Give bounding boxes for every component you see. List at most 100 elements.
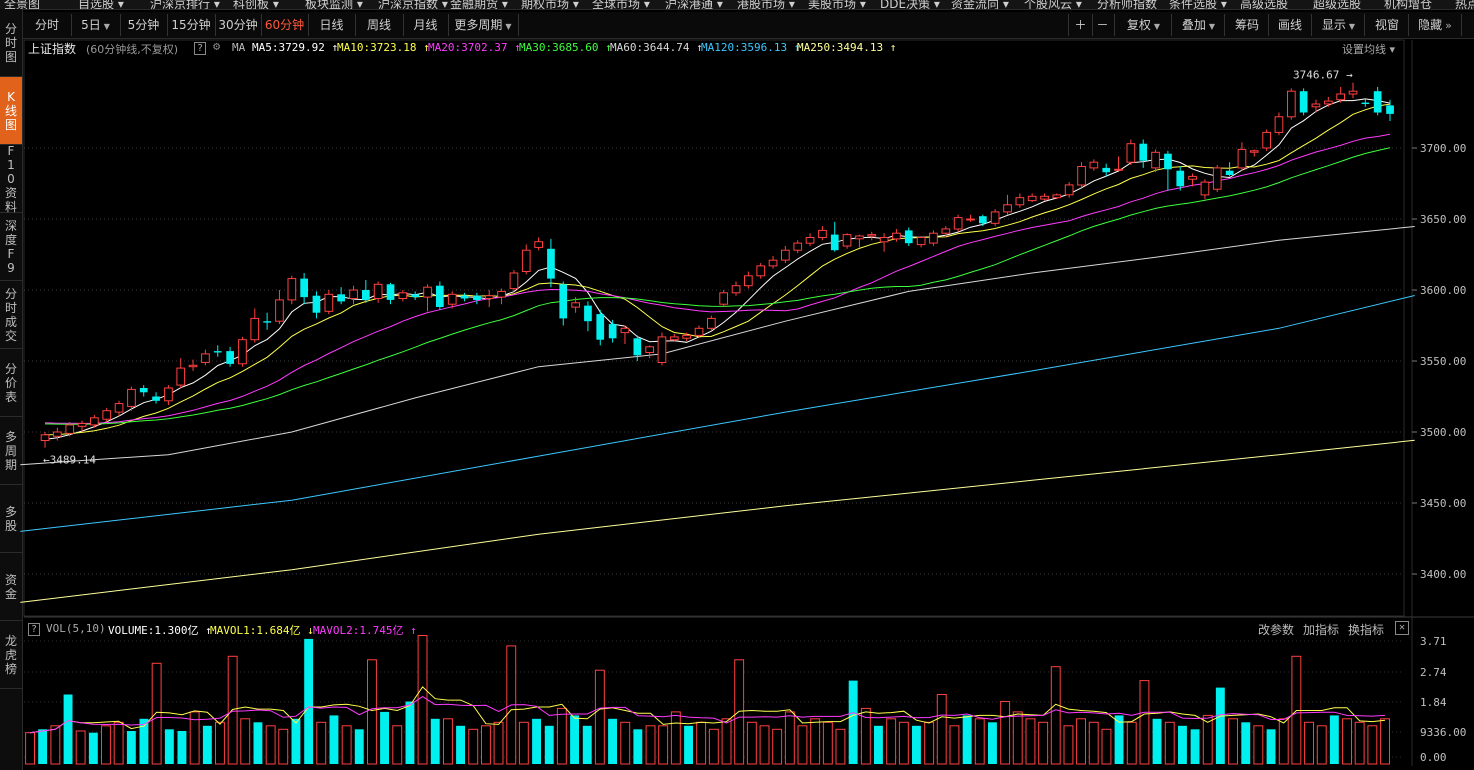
candle-body (608, 324, 617, 339)
candle (855, 234, 864, 248)
volume-bar (988, 722, 997, 764)
candle-body (436, 285, 444, 307)
candle (349, 285, 358, 305)
candle-body (633, 338, 642, 356)
volume-bar (797, 725, 808, 765)
candle-body (534, 241, 543, 248)
candle-body (1052, 194, 1062, 199)
candle (1139, 139, 1148, 168)
candle (1164, 150, 1172, 191)
volume-bar (481, 725, 491, 765)
volume-bar (304, 638, 314, 764)
volume-bar (734, 659, 745, 765)
candle (53, 427, 62, 441)
candle-body (1040, 195, 1049, 200)
candle-body (1336, 93, 1346, 101)
volume-bar (874, 725, 883, 764)
volume-bar (1076, 718, 1086, 765)
candle (608, 319, 617, 343)
price-tick-label: 3550.00 (1420, 355, 1466, 368)
volume-bar (417, 635, 428, 765)
candle (1077, 162, 1086, 188)
candle (620, 325, 630, 344)
candle-body (1003, 204, 1012, 213)
candle-body (1027, 195, 1037, 202)
ma-line (20, 226, 1415, 466)
volume-bar (430, 718, 440, 764)
volume-bar (25, 732, 35, 765)
candle (1287, 88, 1296, 120)
ma-line (44, 147, 1391, 425)
volume-bar (974, 718, 985, 765)
candlestick-chart[interactable]: 3400.00 3450.00 3500.00 3550.00 3600.00 3650.… (0, 0, 1474, 770)
candle-body (324, 293, 334, 312)
candle-body (201, 353, 210, 363)
candle-body (1249, 150, 1259, 153)
candle-body (547, 248, 555, 279)
volume-bar (126, 731, 136, 764)
candle (657, 332, 667, 366)
candle (1262, 129, 1272, 151)
volume-bar (1025, 718, 1036, 765)
volume-bar (886, 718, 897, 765)
candle-body (1373, 91, 1382, 113)
volume-bar (1354, 721, 1365, 765)
candle-body (793, 242, 803, 251)
volume-bar (1241, 722, 1251, 764)
candle (1089, 159, 1099, 171)
volume-bar (468, 728, 479, 765)
candle-body (349, 289, 358, 299)
volume-bar (518, 721, 529, 765)
candle (423, 284, 432, 312)
candle-body (509, 272, 519, 290)
candle-body (781, 249, 790, 261)
candle (164, 385, 173, 406)
candle-body (731, 285, 741, 294)
volume-bar (1329, 715, 1339, 764)
candle (534, 237, 543, 251)
volume-bar (594, 669, 605, 765)
candle (756, 263, 766, 279)
candle-body (53, 431, 62, 437)
volume-bar (1038, 721, 1049, 765)
candle (1040, 193, 1049, 201)
candle (990, 209, 1000, 227)
candle-body (226, 351, 234, 364)
candle (497, 288, 506, 305)
candle (509, 270, 519, 292)
volume-bar (75, 730, 86, 765)
volume-bar (582, 725, 592, 764)
volume-bar (570, 715, 579, 764)
volume-bar (759, 725, 770, 765)
ma-line (44, 103, 1391, 436)
candle-body (682, 334, 691, 339)
candle-body (460, 295, 469, 299)
low-label: ←3489.14 (43, 453, 96, 466)
candle-body (1225, 170, 1234, 175)
candle (719, 290, 728, 308)
candle-body (102, 410, 112, 420)
ma-line (20, 295, 1415, 532)
volume-bar (1278, 718, 1289, 765)
volume-bar (912, 725, 921, 764)
candle (1151, 149, 1160, 173)
price-tick-label: 3600.00 (1420, 284, 1466, 297)
candle-body (65, 424, 75, 434)
candle-body (768, 259, 778, 267)
candle-body (1348, 90, 1358, 95)
candle (312, 291, 321, 319)
candle-body (916, 237, 926, 246)
candle-body (484, 295, 494, 300)
candle-body (238, 339, 247, 365)
candle-body (867, 234, 877, 237)
volume-bar (1101, 728, 1112, 765)
candle (188, 359, 198, 371)
candle (953, 214, 963, 232)
candle-body (287, 278, 297, 301)
candle-body (966, 218, 975, 221)
volume-bar (1304, 721, 1314, 765)
candle-body (842, 234, 852, 247)
candle (324, 290, 334, 315)
candle-body (362, 290, 370, 300)
volume-bar (936, 694, 947, 765)
